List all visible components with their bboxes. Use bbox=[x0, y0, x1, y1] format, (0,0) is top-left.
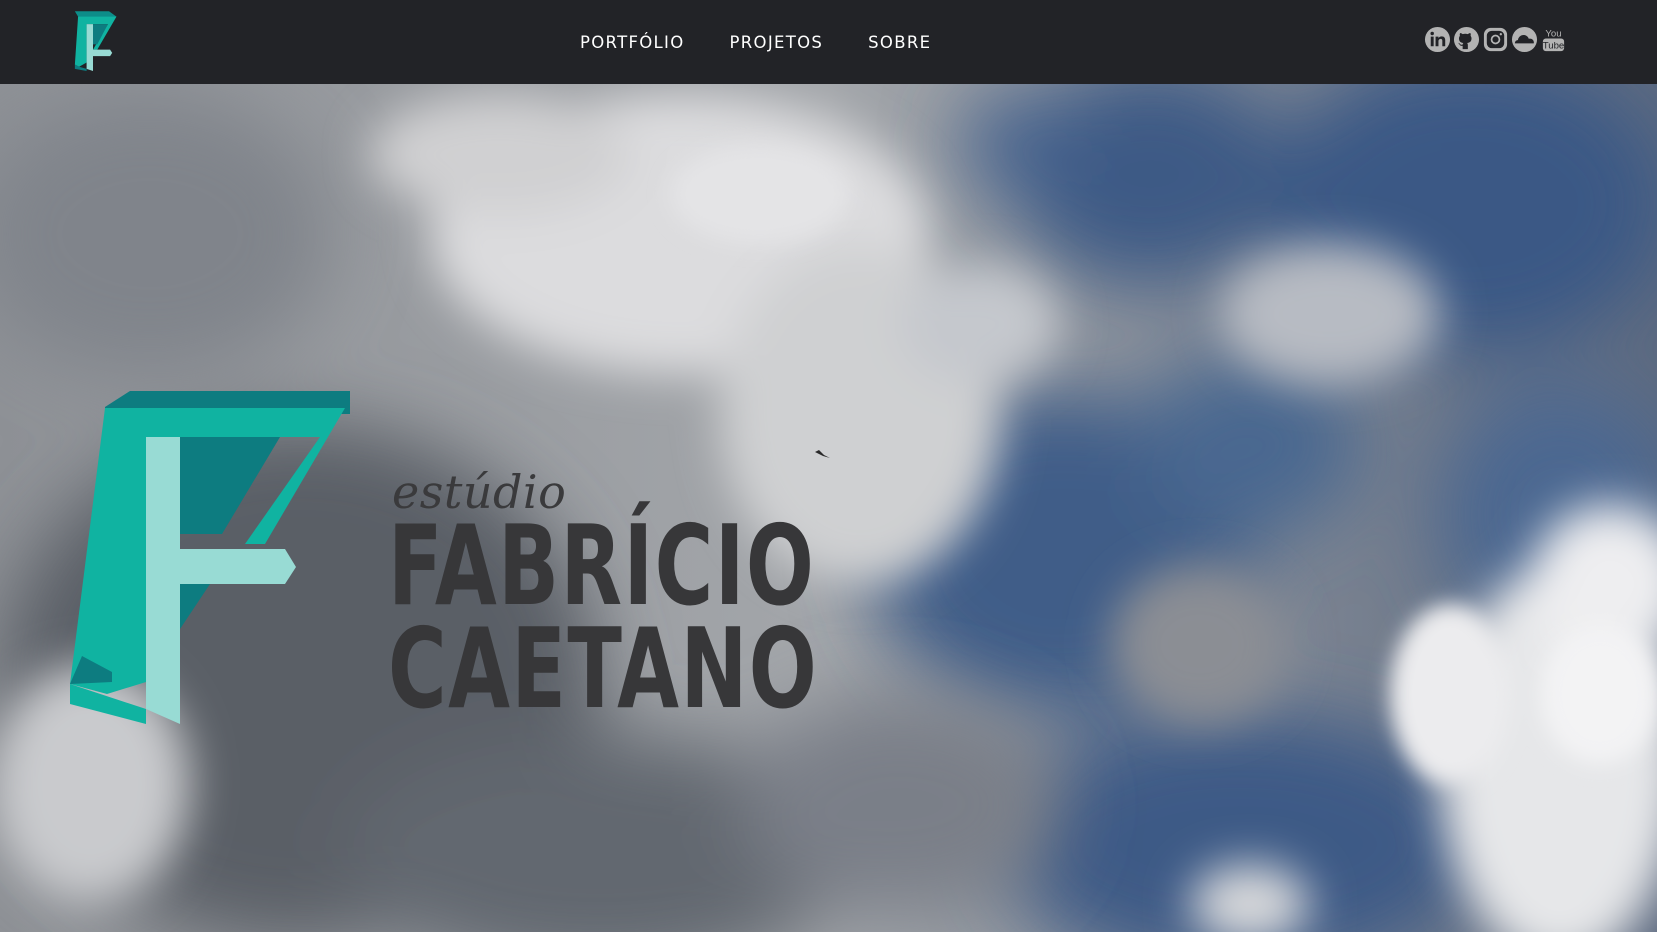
fc-logo-icon[interactable] bbox=[66, 7, 120, 71]
social-links: You Tube bbox=[1424, 26, 1569, 53]
top-navigation-bar: PORTFÓLIO PROJETOS SOBRE You Tube bbox=[0, 0, 1657, 84]
brand-wordmark: estúdio FABRÍCIO CAETANO bbox=[388, 469, 985, 734]
github-icon[interactable] bbox=[1453, 26, 1480, 53]
youtube-label-bottom: Tube bbox=[1543, 41, 1565, 52]
nav-portfolio[interactable]: PORTFÓLIO bbox=[580, 33, 685, 52]
main-menu: PORTFÓLIO PROJETOS SOBRE bbox=[580, 0, 976, 84]
nav-sobre[interactable]: SOBRE bbox=[868, 33, 931, 52]
hero-section: estúdio FABRÍCIO CAETANO bbox=[0, 84, 1657, 932]
soundcloud-icon[interactable] bbox=[1511, 26, 1538, 53]
fc-monogram-logo bbox=[70, 391, 350, 724]
nav-projetos[interactable]: PROJETOS bbox=[730, 33, 824, 52]
instagram-icon[interactable] bbox=[1482, 26, 1509, 53]
linkedin-icon[interactable] bbox=[1424, 26, 1451, 53]
bird-silhouette bbox=[815, 450, 830, 458]
youtube-label-top: You bbox=[1545, 29, 1561, 40]
youtube-icon[interactable]: You Tube bbox=[1540, 26, 1567, 53]
brand-name-line1: FABRÍCIO bbox=[388, 502, 816, 631]
brand-name-line2: CAETANO bbox=[388, 605, 819, 734]
